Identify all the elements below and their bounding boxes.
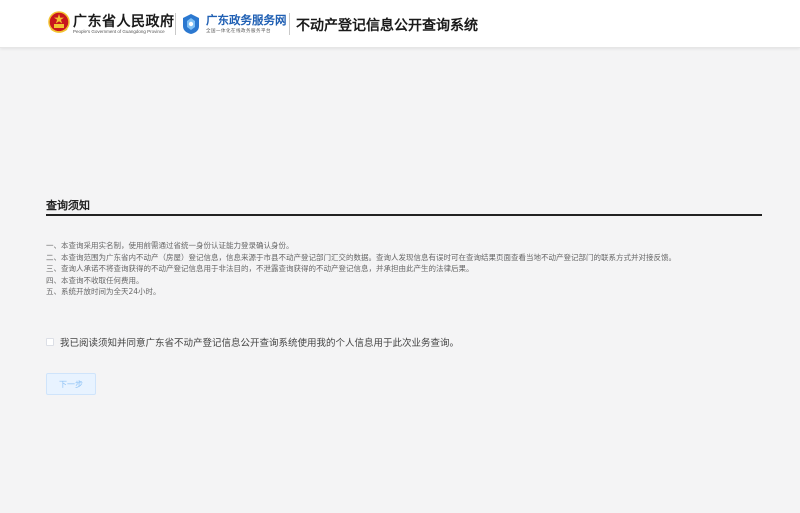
notice-item: 五、系统开放时间为全天24小时。 <box>46 287 161 296</box>
notice-item: 四、本查询不收取任何费用。 <box>46 275 144 285</box>
notice-title: 查询须知 <box>46 199 90 212</box>
header-divider <box>289 13 290 35</box>
portal-logo-icon <box>183 14 199 34</box>
notice-item: 一、本查询采用实名制，使用前需通过省统一身份认证能力登录确认身份。 <box>46 241 294 250</box>
notice-item: 二、本查询范围为广东省内不动产（房屋）登记信息，信息来源于市县不动产登记部门汇交… <box>46 252 676 262</box>
notice-divider <box>46 214 762 216</box>
national-emblem-icon <box>48 11 70 33</box>
header-divider <box>175 13 176 35</box>
notice-list: 一、本查询采用实名制，使用前需通过省统一身份认证能力登录确认身份。 二、本查询范… <box>46 240 766 298</box>
portal-subtitle: 全国一体化在线政务服务平台 <box>206 29 271 34</box>
gov-name: 广东省人民政府 <box>73 14 175 30</box>
next-step-button[interactable]: 下一步 <box>46 373 96 395</box>
top-header: 广东省人民政府 People's Government of Guangdong… <box>0 0 800 48</box>
agreement-row[interactable]: 我已阅读须知并同意广东省不动产登记信息公开查询系统使用我的个人信息用于此次业务查… <box>46 335 459 349</box>
notice-item: 三、查询人承诺不将查询获得的不动产登记信息用于非法目的，不泄露查询获得的不动产登… <box>46 264 474 273</box>
agreement-label[interactable]: 我已阅读须知并同意广东省不动产登记信息公开查询系统使用我的个人信息用于此次业务查… <box>60 335 459 349</box>
gov-name-english: People's Government of Guangdong Provinc… <box>73 29 165 34</box>
portal-name[interactable]: 广东政务服务网 <box>206 12 287 28</box>
agreement-checkbox[interactable] <box>46 338 54 346</box>
system-title: 不动产登记信息公开查询系统 <box>296 18 478 34</box>
